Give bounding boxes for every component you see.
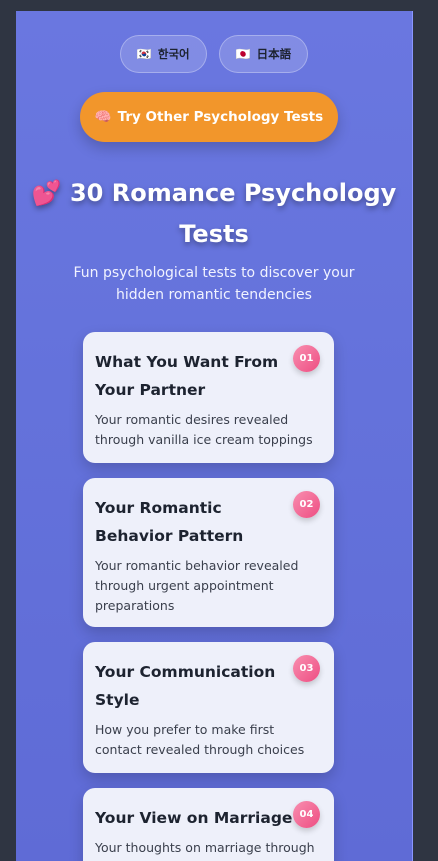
- language-button-japanese[interactable]: 🇯🇵 日本語: [218, 35, 309, 73]
- language-label: 한국어: [157, 47, 190, 61]
- test-card-title: Your View on Marriage: [95, 809, 293, 827]
- try-other-tests-button[interactable]: 🧠 Try Other Psychology Tests: [80, 92, 338, 142]
- test-card-02[interactable]: Your Romantic Behavior Pattern Your roma…: [83, 478, 334, 627]
- language-label: 日本語: [256, 47, 292, 61]
- test-number-badge: 01: [293, 345, 320, 372]
- test-card-description: Your romantic behavior revealed through …: [95, 558, 299, 613]
- test-card-01[interactable]: What You Want From Your Partner Your rom…: [83, 332, 334, 463]
- hearts-icon: 💕: [31, 179, 62, 207]
- page-container: 🇰🇷 한국어 🇯🇵 日本語 🧠 Try Other Psychology Tes…: [16, 11, 413, 861]
- language-button-korean[interactable]: 🇰🇷 한국어: [119, 35, 207, 73]
- japan-flag-icon: 🇯🇵: [235, 47, 251, 61]
- page-subtitle: Fun psychological tests to discover your…: [73, 265, 355, 303]
- korea-flag-icon: 🇰🇷: [136, 47, 152, 61]
- brain-icon: 🧠: [94, 109, 112, 125]
- test-card-title: What You Want From Your Partner: [95, 353, 279, 399]
- page-title: 💕 30 Romance Psychology Tests: [16, 173, 412, 255]
- test-number-badge: 03: [293, 655, 320, 682]
- test-card-title: Your Romantic Behavior Pattern: [95, 499, 244, 545]
- page-title-text: 30 Romance Psychology Tests: [69, 179, 397, 248]
- test-number-badge: 04: [293, 801, 320, 828]
- test-card-04[interactable]: Your View on Marriage Your thoughts on m…: [83, 788, 334, 861]
- language-switcher: 🇰🇷 한국어 🇯🇵 日本語: [16, 35, 412, 73]
- test-card-description: Your thoughts on marriage through: [95, 840, 315, 855]
- test-number-badge: 02: [293, 491, 320, 518]
- test-card-description: Your romantic desires revealed through v…: [95, 412, 313, 447]
- test-card-03[interactable]: Your Communication Style How you prefer …: [83, 642, 334, 773]
- test-card-description: How you prefer to make first contact rev…: [95, 722, 305, 757]
- test-card-title: Your Communication Style: [95, 663, 276, 709]
- try-other-tests-label: Try Other Psychology Tests: [117, 109, 324, 125]
